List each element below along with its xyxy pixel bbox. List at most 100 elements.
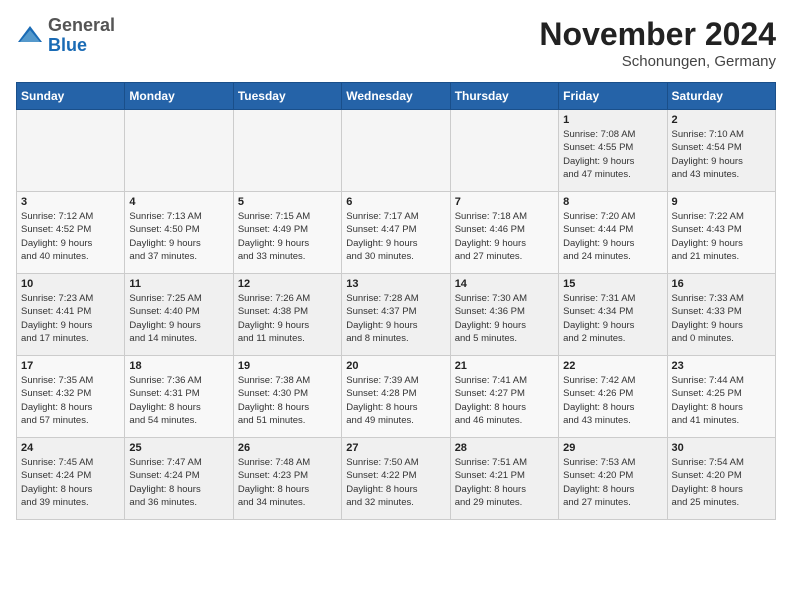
calendar-cell: 20 Sunrise: 7:39 AM Sunset: 4:28 PM Dayli…: [342, 356, 450, 438]
calendar-cell: 1Sunrise: 7:08 AM Sunset: 4:55 PM Daylig…: [559, 110, 667, 192]
day-info: Sunrise: 7:20 AM Sunset: 4:44 PM Dayligh…: [563, 210, 662, 263]
calendar-cell: [233, 110, 341, 192]
day-info: Sunrise: 7:48 AM Sunset: 4:23 PM Dayligh…: [238, 456, 337, 509]
day-info: Sunrise: 7:18 AM Sunset: 4:46 PM Dayligh…: [455, 210, 554, 263]
calendar-cell: 12Sunrise: 7:26 AM Sunset: 4:38 PM Dayli…: [233, 274, 341, 356]
day-number: 20: [346, 360, 445, 372]
logo-text: General Blue: [48, 16, 115, 56]
calendar-cell: 8Sunrise: 7:20 AM Sunset: 4:44 PM Daylig…: [559, 192, 667, 274]
calendar-cell: [342, 110, 450, 192]
day-info: Sunrise: 7:31 AM Sunset: 4:34 PM Dayligh…: [563, 292, 662, 345]
day-number: 14: [455, 278, 554, 290]
day-number: 27: [346, 442, 445, 454]
col-header-friday: Friday: [559, 83, 667, 110]
calendar-cell: 14Sunrise: 7:30 AM Sunset: 4:36 PM Dayli…: [450, 274, 558, 356]
calendar-cell: [450, 110, 558, 192]
day-info: Sunrise: 7:10 AM Sunset: 4:54 PM Dayligh…: [672, 128, 771, 181]
logo-icon: [16, 22, 44, 50]
day-info: Sunrise: 7:41 AM Sunset: 4:27 PM Dayligh…: [455, 374, 554, 427]
day-number: 19: [238, 360, 337, 372]
calendar-cell: 7Sunrise: 7:18 AM Sunset: 4:46 PM Daylig…: [450, 192, 558, 274]
col-header-tuesday: Tuesday: [233, 83, 341, 110]
day-info: Sunrise: 7:22 AM Sunset: 4:43 PM Dayligh…: [672, 210, 771, 263]
day-info: Sunrise: 7:50 AM Sunset: 4:22 PM Dayligh…: [346, 456, 445, 509]
calendar-cell: 28 Sunrise: 7:51 AM Sunset: 4:21 PM Dayli…: [450, 438, 558, 520]
logo-blue-text: Blue: [48, 36, 115, 56]
day-number: 17: [21, 360, 120, 372]
day-info: Sunrise: 7:35 AM Sunset: 4:32 PM Dayligh…: [21, 374, 120, 427]
calendar-cell: 15 Sunrise: 7:31 AM Sunset: 4:34 PM Dayli…: [559, 274, 667, 356]
calendar-cell: 25 Sunrise: 7:47 AM Sunset: 4:24 PM Dayli…: [125, 438, 233, 520]
calendar-cell: 2 Sunrise: 7:10 AM Sunset: 4:54 PM Daylig…: [667, 110, 775, 192]
day-info: Sunrise: 7:51 AM Sunset: 4:21 PM Dayligh…: [455, 456, 554, 509]
calendar-cell: 23Sunrise: 7:44 AM Sunset: 4:25 PM Dayli…: [667, 356, 775, 438]
calendar-cell: 6 Sunrise: 7:17 AM Sunset: 4:47 PM Daylig…: [342, 192, 450, 274]
day-number: 22: [563, 360, 662, 372]
col-header-wednesday: Wednesday: [342, 83, 450, 110]
day-number: 5: [238, 196, 337, 208]
day-number: 6: [346, 196, 445, 208]
day-info: Sunrise: 7:42 AM Sunset: 4:26 PM Dayligh…: [563, 374, 662, 427]
day-info: Sunrise: 7:17 AM Sunset: 4:47 PM Dayligh…: [346, 210, 445, 263]
day-info: Sunrise: 7:12 AM Sunset: 4:52 PM Dayligh…: [21, 210, 120, 263]
calendar-header-row: SundayMondayTuesdayWednesdayThursdayFrid…: [17, 83, 776, 110]
day-info: Sunrise: 7:45 AM Sunset: 4:24 PM Dayligh…: [21, 456, 120, 509]
day-info: Sunrise: 7:38 AM Sunset: 4:30 PM Dayligh…: [238, 374, 337, 427]
day-number: 25: [129, 442, 228, 454]
calendar-cell: 13 Sunrise: 7:28 AM Sunset: 4:37 PM Dayli…: [342, 274, 450, 356]
day-info: Sunrise: 7:44 AM Sunset: 4:25 PM Dayligh…: [672, 374, 771, 427]
day-info: Sunrise: 7:23 AM Sunset: 4:41 PM Dayligh…: [21, 292, 120, 345]
day-number: 18: [129, 360, 228, 372]
calendar-cell: 11 Sunrise: 7:25 AM Sunset: 4:40 PM Dayli…: [125, 274, 233, 356]
calendar-cell: 27 Sunrise: 7:50 AM Sunset: 4:22 PM Dayli…: [342, 438, 450, 520]
day-number: 21: [455, 360, 554, 372]
calendar-cell: 26 Sunrise: 7:48 AM Sunset: 4:23 PM Dayli…: [233, 438, 341, 520]
calendar-cell: 16Sunrise: 7:33 AM Sunset: 4:33 PM Dayli…: [667, 274, 775, 356]
calendar-cell: 29Sunrise: 7:53 AM Sunset: 4:20 PM Dayli…: [559, 438, 667, 520]
day-number: 24: [21, 442, 120, 454]
day-number: 1: [563, 114, 662, 126]
day-number: 3: [21, 196, 120, 208]
day-number: 11: [129, 278, 228, 290]
col-header-sunday: Sunday: [17, 83, 125, 110]
day-number: 2: [672, 114, 771, 126]
calendar-week-row: 24 Sunrise: 7:45 AM Sunset: 4:24 PM Dayli…: [17, 438, 776, 520]
col-header-monday: Monday: [125, 83, 233, 110]
calendar-cell: 19 Sunrise: 7:38 AM Sunset: 4:30 PM Dayli…: [233, 356, 341, 438]
day-info: Sunrise: 7:39 AM Sunset: 4:28 PM Dayligh…: [346, 374, 445, 427]
day-number: 9: [672, 196, 771, 208]
calendar-table: SundayMondayTuesdayWednesdayThursdayFrid…: [16, 82, 776, 520]
day-number: 30: [672, 442, 771, 454]
day-number: 28: [455, 442, 554, 454]
day-info: Sunrise: 7:25 AM Sunset: 4:40 PM Dayligh…: [129, 292, 228, 345]
day-info: Sunrise: 7:54 AM Sunset: 4:20 PM Dayligh…: [672, 456, 771, 509]
day-info: Sunrise: 7:13 AM Sunset: 4:50 PM Dayligh…: [129, 210, 228, 263]
day-number: 16: [672, 278, 771, 290]
calendar-cell: [17, 110, 125, 192]
page-header: General Blue November 2024 Schonungen, G…: [16, 16, 776, 70]
calendar-cell: 22 Sunrise: 7:42 AM Sunset: 4:26 PM Dayli…: [559, 356, 667, 438]
month-title: November 2024: [539, 16, 776, 53]
calendar-week-row: 17 Sunrise: 7:35 AM Sunset: 4:32 PM Dayli…: [17, 356, 776, 438]
day-number: 12: [238, 278, 337, 290]
calendar-week-row: 3 Sunrise: 7:12 AM Sunset: 4:52 PM Daylig…: [17, 192, 776, 274]
day-number: 13: [346, 278, 445, 290]
calendar-cell: 10Sunrise: 7:23 AM Sunset: 4:41 PM Dayli…: [17, 274, 125, 356]
day-number: 26: [238, 442, 337, 454]
col-header-thursday: Thursday: [450, 83, 558, 110]
day-info: Sunrise: 7:15 AM Sunset: 4:49 PM Dayligh…: [238, 210, 337, 263]
title-block: November 2024 Schonungen, Germany: [539, 16, 776, 70]
day-info: Sunrise: 7:53 AM Sunset: 4:20 PM Dayligh…: [563, 456, 662, 509]
calendar-cell: 3 Sunrise: 7:12 AM Sunset: 4:52 PM Daylig…: [17, 192, 125, 274]
calendar-week-row: 1Sunrise: 7:08 AM Sunset: 4:55 PM Daylig…: [17, 110, 776, 192]
col-header-saturday: Saturday: [667, 83, 775, 110]
day-number: 15: [563, 278, 662, 290]
calendar-cell: 17 Sunrise: 7:35 AM Sunset: 4:32 PM Dayli…: [17, 356, 125, 438]
day-info: Sunrise: 7:47 AM Sunset: 4:24 PM Dayligh…: [129, 456, 228, 509]
calendar-cell: 21 Sunrise: 7:41 AM Sunset: 4:27 PM Dayli…: [450, 356, 558, 438]
logo-general-text: General: [48, 16, 115, 36]
calendar-cell: 9 Sunrise: 7:22 AM Sunset: 4:43 PM Daylig…: [667, 192, 775, 274]
calendar-week-row: 10Sunrise: 7:23 AM Sunset: 4:41 PM Dayli…: [17, 274, 776, 356]
calendar-cell: 18Sunrise: 7:36 AM Sunset: 4:31 PM Dayli…: [125, 356, 233, 438]
day-info: Sunrise: 7:28 AM Sunset: 4:37 PM Dayligh…: [346, 292, 445, 345]
